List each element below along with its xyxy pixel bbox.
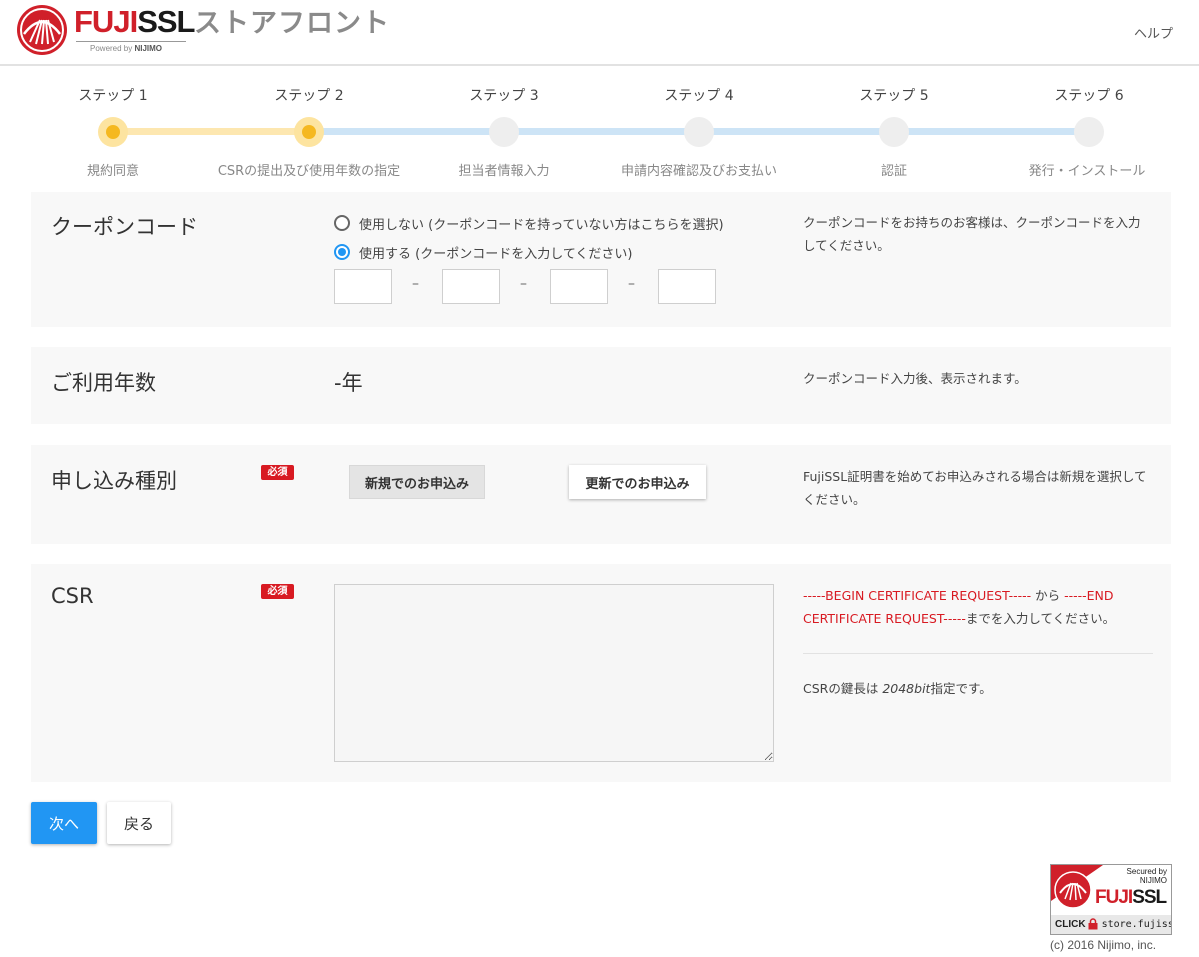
security-seal[interactable]: Secured by NIJIMO FUJISSL CLICK store.fuj… <box>1050 864 1172 935</box>
coupon-option-no[interactable]: 使用しない (クーポンコードを持っていない方はこちらを選択) <box>334 213 724 233</box>
csr-title: CSR <box>51 584 94 608</box>
copyright: (c) 2016 Nijimo, inc. <box>1050 938 1157 952</box>
step-connector-4 <box>699 128 894 135</box>
csr-keylen-help: CSRの鍵長は 2048bit指定です。 <box>803 677 1153 700</box>
csr-begin-marker: -----BEGIN CERTIFICATE REQUEST----- <box>803 588 1032 603</box>
coupon-separator-3: – <box>628 276 635 292</box>
csr-help-tail: までを入力してください。 <box>965 611 1116 626</box>
powered-name: NIJIMO <box>134 44 163 53</box>
step-desc-1: 規約同意 <box>86 164 139 179</box>
csr-panel: CSR 必須 -----BEGIN CERTIFICATE REQUEST---… <box>31 564 1171 782</box>
seal-url: store.fujissl <box>1101 919 1171 930</box>
required-badge: 必須 <box>261 584 294 599</box>
top-header: FUJISSL Powered by NIJIMO ストアフロント ヘルプ <box>0 0 1199 66</box>
lock-icon <box>1088 918 1098 930</box>
back-button[interactable]: 戻る <box>107 802 171 844</box>
coupon-panel: クーポンコード 使用しない (クーポンコードを持っていない方はこちらを選択) 使… <box>31 192 1171 327</box>
step-label-5: ステップ 5 <box>859 88 929 104</box>
coupon-code-input-1[interactable] <box>334 269 392 304</box>
seal-brand-ssl: SSL <box>1132 887 1167 908</box>
coupon-help: クーポンコードをお持ちのお客様は、クーポンコードを入力してください。 <box>803 215 1141 253</box>
step-label-6: ステップ 6 <box>1054 88 1124 104</box>
step-dot-5 <box>879 117 909 147</box>
apply-type-title: 申し込み種別 <box>51 469 177 493</box>
csr-keylen-suffix: 指定です。 <box>930 681 992 696</box>
step-desc-2: CSRの提出及び使用年数の指定 <box>217 164 401 179</box>
years-title: ご利用年数 <box>51 371 156 395</box>
seal-top-line2: NIJIMO <box>1139 876 1167 885</box>
years-value: -年 <box>334 371 363 395</box>
step-dot-2 <box>294 117 324 147</box>
step-dot-1 <box>98 117 128 147</box>
step-connector-2 <box>309 128 504 135</box>
step-connector-3 <box>504 128 699 135</box>
step-label-4: ステップ 4 <box>664 88 734 104</box>
step-dot-6 <box>1074 117 1104 147</box>
csr-keylen-prefix: CSRの鍵長は <box>803 681 883 696</box>
step-dot-3 <box>489 117 519 147</box>
seal-brand-fuji: FUJI <box>1095 887 1133 908</box>
step-connector-1 <box>113 128 309 135</box>
csr-help-divider <box>803 653 1153 654</box>
apply-type-panel: 申し込み種別 必須 新規でのお申込み 更新でのお申込み FujiSSL証明書を始… <box>31 445 1171 544</box>
radio-checked-icon[interactable] <box>334 244 350 260</box>
brand-underline <box>76 41 186 42</box>
required-badge: 必須 <box>261 465 294 480</box>
csr-textarea[interactable] <box>334 584 774 762</box>
seal-bottom-bar: CLICK store.fujissl <box>1051 915 1171 934</box>
step-desc-5: 認証 <box>880 164 907 179</box>
coupon-title: クーポンコード <box>51 215 198 239</box>
powered-by: Powered by NIJIMO <box>90 44 162 53</box>
powered-prefix: Powered by <box>90 44 135 53</box>
coupon-code-input-2[interactable] <box>442 269 500 304</box>
coupon-option-yes-label: 使用する (クーポンコードを入力してください) <box>359 246 633 262</box>
coupon-option-yes[interactable]: 使用する (クーポンコードを入力してください) <box>334 242 633 262</box>
fujissl-logo-icon <box>17 5 67 55</box>
help-link[interactable]: ヘルプ <box>1134 23 1173 42</box>
apply-type-help: FujiSSL証明書を始めてお申込みされる場合は新規を選択してください。 <box>803 469 1147 507</box>
brand-wordmark: FUJISSL <box>74 4 195 40</box>
years-help: クーポンコード入力後、表示されます。 <box>803 371 1027 386</box>
step-dot-4 <box>684 117 714 147</box>
brand-ssl: SSL <box>137 4 195 39</box>
seal-click-label: CLICK <box>1055 919 1086 930</box>
step-desc-6: 発行・インストール <box>1028 164 1146 179</box>
store-title: ストアフロント <box>194 8 390 39</box>
csr-help: -----BEGIN CERTIFICATE REQUEST----- から -… <box>803 584 1153 630</box>
radio-unchecked-icon[interactable] <box>334 215 350 231</box>
coupon-separator-2: – <box>520 276 527 292</box>
new-application-button[interactable]: 新規でのお申込み <box>349 465 485 499</box>
renewal-application-button[interactable]: 更新でのお申込み <box>569 465 706 499</box>
step-label-2: ステップ 2 <box>274 88 344 104</box>
next-button[interactable]: 次へ <box>31 802 97 844</box>
step-desc-4: 申請内容確認及びお支払い <box>620 164 777 179</box>
brand-fuji: FUJI <box>74 4 138 39</box>
seal-top-line1: Secured by <box>1126 867 1167 876</box>
coupon-separator-1: – <box>412 276 419 292</box>
seal-secured-by: Secured by NIJIMO <box>1127 867 1167 885</box>
coupon-option-no-label: 使用しない (クーポンコードを持っていない方はこちらを選択) <box>359 217 724 233</box>
csr-keylen-value: 2048bit <box>882 681 931 696</box>
coupon-code-input-3[interactable] <box>550 269 608 304</box>
csr-help-from: から <box>1031 588 1065 603</box>
step-label-3: ステップ 3 <box>469 88 539 104</box>
years-panel: ご利用年数 -年 クーポンコード入力後、表示されます。 <box>31 347 1171 424</box>
step-desc-3: 担当者情報入力 <box>458 164 550 179</box>
step-connector-5 <box>894 128 1089 135</box>
step-label-1: ステップ 1 <box>78 88 148 104</box>
seal-brand: FUJISSL <box>1095 887 1167 909</box>
coupon-code-input-4[interactable] <box>658 269 716 304</box>
